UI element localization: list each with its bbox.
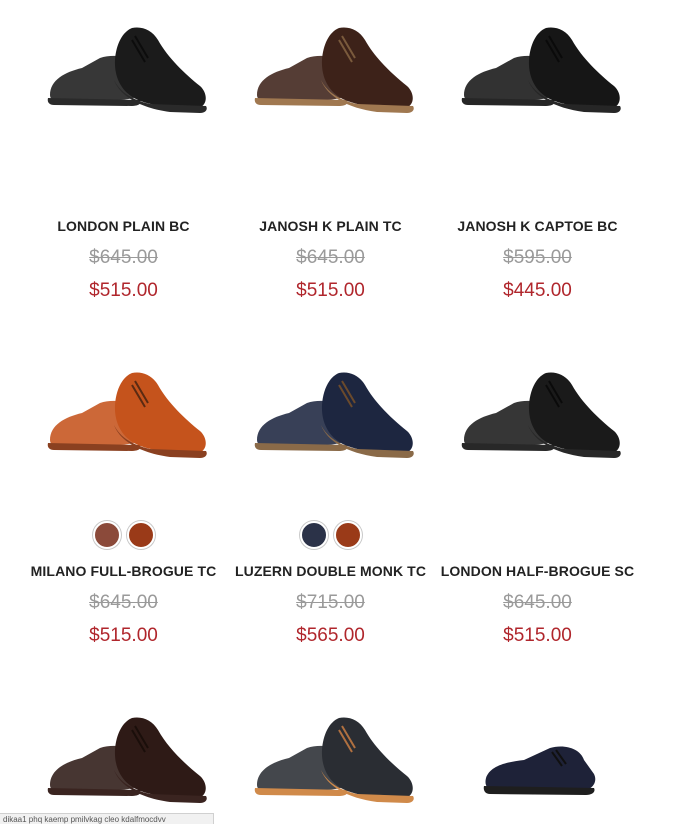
- original-price: $595.00: [503, 247, 572, 268]
- product-name[interactable]: MILANO FULL-BROGUE TC: [20, 563, 227, 579]
- product-name[interactable]: LUZERN DOUBLE MONK TC: [227, 563, 434, 579]
- sale-price: $445.00: [503, 280, 572, 301]
- product-card[interactable]: LONDON HALF-BROGUE SC $645.00 $515.00: [434, 345, 641, 690]
- product-card[interactable]: [20, 690, 227, 830]
- shoe-image: [47, 717, 207, 803]
- product-card[interactable]: MILANO FULL-BROGUE TC $645.00 $515.00: [20, 345, 227, 690]
- color-swatches: [227, 521, 434, 549]
- product-image[interactable]: [20, 345, 227, 485]
- original-price: $715.00: [296, 592, 365, 613]
- sale-price: $515.00: [503, 625, 572, 646]
- product-card[interactable]: JANOSH K PLAIN TC $645.00 $515.00: [227, 0, 434, 345]
- product-name[interactable]: JANOSH K CAPTOE BC: [434, 218, 641, 234]
- product-card[interactable]: LUZERN DOUBLE MONK TC $715.00 $565.00: [227, 345, 434, 690]
- product-image[interactable]: [20, 690, 227, 830]
- product-name[interactable]: JANOSH K PLAIN TC: [227, 218, 434, 234]
- product-name[interactable]: LONDON PLAIN BC: [20, 218, 227, 234]
- sale-price: $515.00: [89, 280, 158, 301]
- product-card[interactable]: [434, 690, 641, 830]
- product-image[interactable]: [227, 0, 434, 140]
- original-price: $645.00: [89, 592, 158, 613]
- product-image[interactable]: [20, 0, 227, 140]
- sale-price: $565.00: [296, 625, 365, 646]
- original-price: $645.00: [503, 592, 572, 613]
- product-image[interactable]: [434, 345, 641, 485]
- product-card[interactable]: [227, 690, 434, 830]
- shoe-image: [461, 372, 621, 458]
- shoe-image: [483, 746, 596, 795]
- color-swatch[interactable]: [333, 521, 362, 549]
- product-card[interactable]: LONDON PLAIN BC $645.00 $515.00: [20, 0, 227, 345]
- product-image[interactable]: [434, 0, 641, 140]
- browser-status-bar: dikaa1 phq kaemp pmilvkag cleo kdalfmocd…: [0, 813, 214, 824]
- original-price: $645.00: [296, 247, 365, 268]
- product-image[interactable]: [227, 690, 434, 830]
- product-image[interactable]: [434, 690, 641, 830]
- product-grid: LONDON PLAIN BC $645.00 $515.00 JANOSH K…: [20, 0, 641, 830]
- original-price: $645.00: [89, 247, 158, 268]
- color-swatch[interactable]: [299, 521, 328, 549]
- shoe-image: [47, 372, 207, 458]
- sale-price: $515.00: [89, 625, 158, 646]
- product-image[interactable]: [227, 345, 434, 485]
- shoe-image: [47, 27, 207, 113]
- sale-price: $515.00: [296, 280, 365, 301]
- color-swatch[interactable]: [126, 521, 155, 549]
- shoe-image: [254, 717, 414, 803]
- product-card[interactable]: JANOSH K CAPTOE BC $595.00 $445.00: [434, 0, 641, 345]
- shoe-image: [461, 27, 621, 113]
- color-swatches: [20, 521, 227, 549]
- product-name[interactable]: LONDON HALF-BROGUE SC: [434, 563, 641, 579]
- color-swatch[interactable]: [92, 521, 121, 549]
- shoe-image: [254, 372, 414, 458]
- shoe-image: [254, 27, 414, 113]
